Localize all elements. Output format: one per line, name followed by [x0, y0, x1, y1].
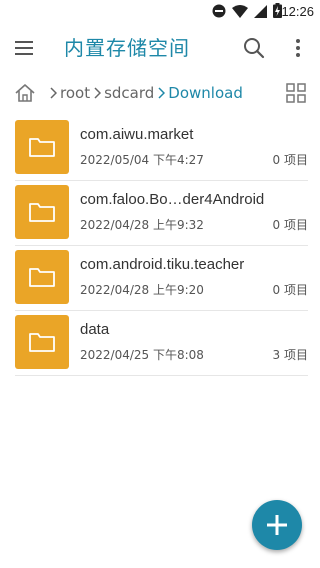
signal-icon	[254, 3, 267, 22]
list-item[interactable]: data 2022/04/25 下午8:08 3 项目	[0, 311, 320, 376]
add-button[interactable]	[252, 500, 302, 550]
page-title: 内置存储空间	[64, 36, 190, 60]
divider	[15, 375, 308, 376]
file-date: 2022/05/04 下午4:27	[80, 153, 204, 167]
breadcrumb-item-sdcard[interactable]: sdcard	[104, 82, 154, 104]
wifi-icon	[232, 3, 248, 22]
status-icons	[212, 2, 282, 22]
file-name: data	[80, 321, 110, 338]
folder-icon	[15, 185, 69, 239]
home-button[interactable]	[14, 82, 36, 104]
home-icon	[15, 84, 35, 102]
file-name: com.android.tiku.teacher	[80, 256, 245, 273]
file-item-count: 0 项目	[272, 283, 308, 297]
file-item-count: 0 项目	[272, 153, 308, 167]
status-bar: 12:26	[0, 0, 320, 24]
menu-icon	[15, 41, 33, 55]
folder-icon	[15, 250, 69, 304]
list-item[interactable]: com.faloo.Bo…der4Android 2022/04/28 上午9:…	[0, 181, 320, 246]
do-not-disturb-icon	[212, 3, 226, 22]
folder-icon	[15, 120, 69, 174]
more-vert-icon	[296, 39, 300, 57]
file-name: com.aiwu.market	[80, 126, 194, 143]
app-bar: 内置存储空间	[0, 24, 320, 72]
file-date: 2022/04/28 上午9:20	[80, 283, 204, 297]
breadcrumb-item-root[interactable]: root	[60, 82, 90, 104]
menu-button[interactable]	[10, 34, 38, 62]
breadcrumb-path: root sdcard Download	[46, 82, 243, 104]
file-date: 2022/04/28 上午9:32	[80, 218, 204, 232]
search-button[interactable]	[240, 34, 268, 62]
view-toggle-button[interactable]	[286, 83, 306, 103]
status-time: 12:26	[281, 4, 314, 19]
grid-view-icon	[286, 83, 306, 103]
list-item[interactable]: com.aiwu.market 2022/05/04 下午4:27 0 项目	[0, 116, 320, 181]
more-options-button[interactable]	[286, 34, 310, 62]
file-date: 2022/04/25 下午8:08	[80, 348, 204, 362]
breadcrumb-item-download[interactable]: Download	[168, 82, 243, 104]
file-name: com.faloo.Bo…der4Android	[80, 191, 265, 208]
list-item[interactable]: com.android.tiku.teacher 2022/04/28 上午9:…	[0, 246, 320, 311]
chevron-right-icon	[92, 82, 102, 104]
chevron-right-icon	[156, 82, 166, 104]
folder-icon	[15, 315, 69, 369]
search-icon	[244, 38, 265, 59]
file-item-count: 0 项目	[272, 218, 308, 232]
chevron-right-icon	[48, 82, 58, 104]
breadcrumb: root sdcard Download	[0, 76, 320, 110]
file-item-count: 3 项目	[272, 348, 308, 362]
add-icon	[267, 515, 287, 535]
